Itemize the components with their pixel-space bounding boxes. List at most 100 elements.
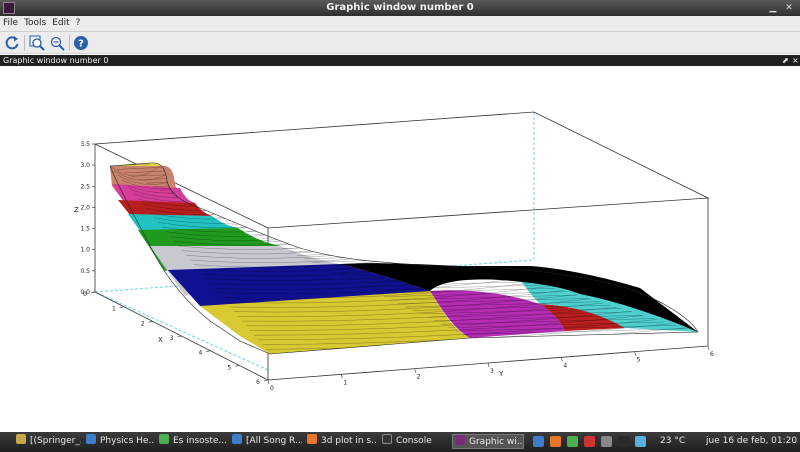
taskbar: [(Springer_... Physics He... Es insoste.… bbox=[0, 432, 800, 452]
help-icon: ? bbox=[74, 36, 88, 50]
y-tick-label: 2 bbox=[417, 374, 421, 381]
taskbar-item[interactable]: 3d plot in s... bbox=[307, 434, 377, 449]
mesh-line bbox=[289, 247, 425, 253]
x-tick-label: 2 bbox=[141, 320, 145, 327]
toolbar-separator bbox=[69, 35, 70, 51]
z-tick-label: 0.5 bbox=[80, 268, 90, 275]
undock-icon[interactable]: ⬈ bbox=[782, 55, 789, 66]
y-axis: 0 1 2 3 4 5 6 bbox=[267, 345, 714, 392]
browser-icon bbox=[86, 434, 96, 444]
mesh-line bbox=[268, 237, 392, 242]
weather-temperature: 23 °C bbox=[660, 436, 686, 446]
y-tick bbox=[341, 374, 343, 379]
taskbar-item[interactable]: [(Springer_... bbox=[16, 434, 81, 449]
mesh-line bbox=[217, 214, 315, 218]
taskbar-item[interactable]: Physics He... bbox=[86, 434, 154, 449]
y-axis-label: Y bbox=[498, 370, 504, 378]
mesh-line bbox=[297, 251, 435, 256]
mesh-line bbox=[174, 194, 249, 198]
taskbar-item-active[interactable]: Graphic wi... bbox=[452, 434, 524, 449]
clock[interactable]: jue 16 de feb, 01:20 bbox=[706, 434, 797, 449]
y-tick bbox=[267, 379, 270, 385]
z-tick-label: 1.0 bbox=[80, 247, 90, 254]
mesh-line bbox=[261, 234, 381, 239]
y-tick-label: 5 bbox=[637, 357, 641, 364]
z-tick-label: 3.5 bbox=[80, 141, 90, 148]
y-tick-label: 1 bbox=[343, 379, 347, 386]
chrome-icon[interactable] bbox=[567, 436, 578, 447]
x-tick-label: 6 bbox=[256, 379, 260, 386]
mesh-line bbox=[275, 241, 403, 246]
firefox-icon bbox=[307, 434, 317, 444]
network-icon[interactable] bbox=[533, 436, 544, 447]
record-icon[interactable] bbox=[584, 436, 595, 447]
surface-mesh bbox=[109, 162, 699, 355]
z-tick-label: 3.0 bbox=[80, 162, 90, 169]
x-tick-label: 5 bbox=[227, 364, 231, 371]
menu-file[interactable]: File bbox=[0, 16, 21, 28]
x-tick-label: 0 bbox=[83, 291, 87, 298]
y-tick bbox=[634, 351, 636, 356]
panel-title: Graphic window number 0 bbox=[3, 56, 109, 65]
x-tick bbox=[148, 321, 153, 323]
firefox-icon[interactable] bbox=[550, 436, 561, 447]
browser-icon bbox=[232, 434, 242, 444]
help-button[interactable]: ? bbox=[73, 35, 89, 51]
rotate-icon bbox=[5, 36, 19, 50]
chrome-icon bbox=[159, 434, 169, 444]
x-tick bbox=[235, 365, 240, 367]
taskbar-item[interactable]: Console bbox=[382, 434, 448, 449]
mesh-line bbox=[246, 227, 359, 232]
svg-text:?: ? bbox=[78, 39, 84, 50]
panel-header: Graphic window number 0 ⬈ × bbox=[0, 55, 800, 66]
zoom-in-button[interactable] bbox=[29, 35, 45, 51]
toolbar-separator bbox=[24, 35, 25, 51]
mesh-line bbox=[304, 254, 446, 260]
z-axis: 0.00.51.01.52.02.53.03.5 bbox=[80, 141, 95, 296]
y-tick-label: 4 bbox=[563, 362, 567, 369]
y-tick-label: 3 bbox=[490, 368, 494, 375]
surface-plot[interactable]: 0.00.51.01.52.02.53.03.5 Z 0123456 X 012… bbox=[0, 66, 800, 428]
menu-help[interactable]: ? bbox=[73, 16, 84, 28]
z-axis-label: Z bbox=[74, 206, 79, 214]
zoom-out-button[interactable] bbox=[49, 35, 65, 51]
settings-icon[interactable] bbox=[601, 436, 612, 447]
console-icon bbox=[382, 434, 392, 444]
y-tick bbox=[414, 368, 416, 373]
y-tick bbox=[707, 345, 710, 351]
y-tick bbox=[561, 357, 563, 362]
mesh-line bbox=[253, 231, 370, 235]
mesh-line bbox=[203, 207, 293, 211]
y-tick-label: 0 bbox=[270, 385, 274, 392]
graphic-canvas[interactable]: 0.0 0.5 1.0 1.5 2.0 2.5 3.0 3.5 Z 0123456 X 012… bbox=[0, 66, 800, 428]
mesh-line bbox=[189, 200, 271, 205]
x-tick bbox=[263, 379, 269, 382]
x-tick bbox=[177, 335, 182, 338]
mesh-line bbox=[282, 244, 414, 249]
window-title-bar[interactable]: Graphic window number 0 ▁ ✕ bbox=[0, 0, 800, 16]
mesh-line bbox=[225, 217, 326, 222]
x-tick-label: 4 bbox=[199, 350, 203, 357]
menu-edit[interactable]: Edit bbox=[49, 16, 72, 28]
zoom-in-icon bbox=[29, 35, 45, 51]
rotate-button[interactable] bbox=[4, 35, 20, 51]
scilab-icon bbox=[455, 435, 465, 445]
close-icon[interactable]: ✕ bbox=[782, 1, 796, 15]
x-tick-label: 3 bbox=[170, 335, 174, 342]
menu-tools[interactable]: Tools bbox=[21, 16, 49, 28]
taskbar-item[interactable]: [All Song R... bbox=[232, 434, 302, 449]
taskbar-item[interactable]: Es insoste... bbox=[159, 434, 227, 449]
toolbar: ? bbox=[0, 32, 800, 54]
y-tick-label: 6 bbox=[710, 351, 714, 358]
window-title: Graphic window number 0 bbox=[326, 2, 474, 13]
weather-icon[interactable] bbox=[635, 436, 646, 447]
x-tick bbox=[206, 350, 211, 352]
mesh-line bbox=[196, 204, 282, 208]
x-axis-label: X bbox=[158, 336, 163, 344]
minimize-icon[interactable]: ▁ bbox=[766, 1, 780, 15]
terminal-icon[interactable] bbox=[618, 436, 629, 447]
z-tick-label: 2.0 bbox=[80, 204, 90, 211]
panel-close-icon[interactable]: × bbox=[792, 55, 799, 66]
z-tick-label: 1.5 bbox=[80, 226, 90, 233]
mesh-line bbox=[232, 220, 337, 225]
